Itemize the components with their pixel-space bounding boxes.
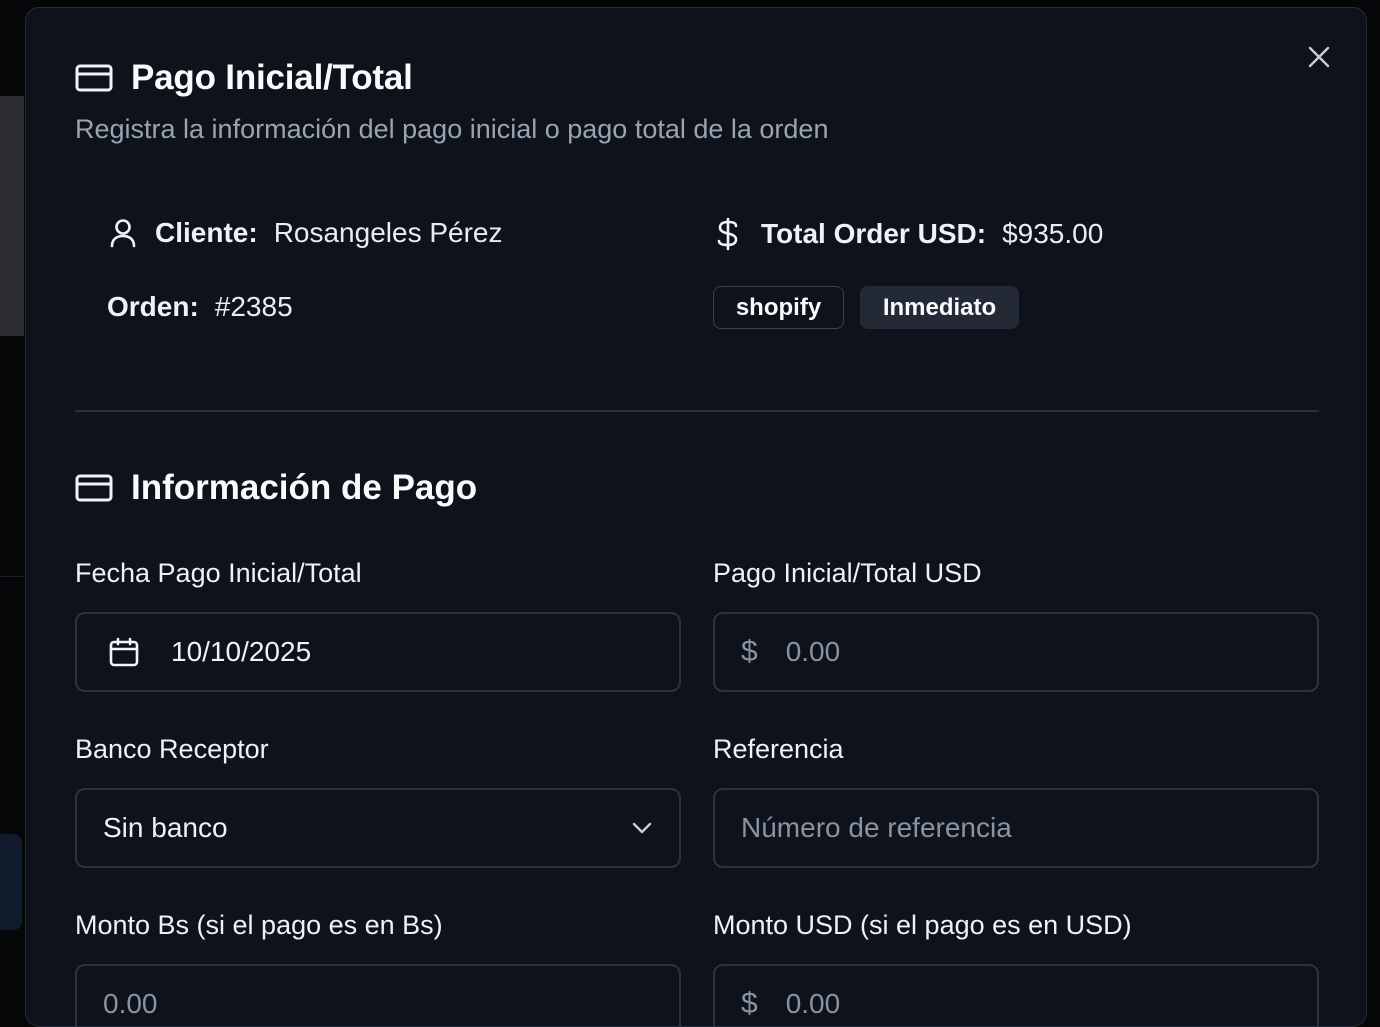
dollar-icon <box>715 217 741 251</box>
calendar-icon <box>109 637 139 667</box>
referencia-placeholder: Número de referencia <box>741 812 1012 844</box>
backdrop-divider <box>0 576 24 577</box>
banco-select[interactable]: Sin banco <box>75 788 681 868</box>
credit-card-icon <box>75 474 113 502</box>
orden-value: #2385 <box>215 291 293 323</box>
fecha-label: Fecha Pago Inicial/Total <box>75 558 362 589</box>
close-button[interactable] <box>1304 42 1334 72</box>
backdrop-button <box>0 834 22 930</box>
dialog-title: Pago Inicial/Total <box>131 58 413 98</box>
orden-label: Orden: <box>107 291 199 323</box>
backdrop-panel <box>0 96 24 336</box>
user-icon <box>109 218 137 248</box>
chevron-down-icon <box>631 821 653 835</box>
monto-usd-prefix: $ <box>741 987 758 1021</box>
monto-usd-label: Monto USD (si el pago es en USD) <box>713 910 1132 941</box>
credit-card-icon <box>75 64 113 92</box>
pago-usd-label: Pago Inicial/Total USD <box>713 558 982 589</box>
pago-usd-prefix: $ <box>741 635 758 669</box>
payment-section-header: Información de Pago <box>75 468 477 508</box>
referencia-label: Referencia <box>713 734 844 765</box>
section-divider <box>75 410 1319 412</box>
cliente-info: Cliente: Rosangeles Pérez <box>109 217 503 249</box>
total-info: Total Order USD: $935.00 <box>715 217 1103 251</box>
monto-usd-input[interactable]: $ 0.00 <box>713 964 1319 1027</box>
orden-info: Orden: #2385 <box>107 291 293 323</box>
dialog-header: Pago Inicial/Total <box>75 58 413 98</box>
total-label: Total Order USD: <box>761 218 986 250</box>
banco-label: Banco Receptor <box>75 734 269 765</box>
monto-bs-label: Monto Bs (si el pago es en Bs) <box>75 910 443 941</box>
payment-section-title: Información de Pago <box>131 468 477 508</box>
delivery-badge: Inmediato <box>860 286 1019 329</box>
banco-value: Sin banco <box>103 812 228 844</box>
cliente-label: Cliente: <box>155 217 258 249</box>
close-icon <box>1307 45 1331 69</box>
cliente-value: Rosangeles Pérez <box>274 217 503 249</box>
pago-usd-placeholder: 0.00 <box>786 636 841 668</box>
referencia-input[interactable]: Número de referencia <box>713 788 1319 868</box>
pago-usd-input[interactable]: $ 0.00 <box>713 612 1319 692</box>
monto-bs-placeholder: 0.00 <box>103 988 158 1020</box>
monto-bs-input[interactable]: 0.00 <box>75 964 681 1027</box>
total-value: $935.00 <box>1002 218 1103 250</box>
monto-usd-placeholder: 0.00 <box>786 988 841 1020</box>
payment-dialog: Pago Inicial/Total Registra la informaci… <box>25 7 1367 1027</box>
dialog-subtitle: Registra la información del pago inicial… <box>75 114 828 145</box>
source-badge: shopify <box>713 286 844 329</box>
fecha-value: 10/10/2025 <box>171 636 311 668</box>
fecha-date-input[interactable]: 10/10/2025 <box>75 612 681 692</box>
